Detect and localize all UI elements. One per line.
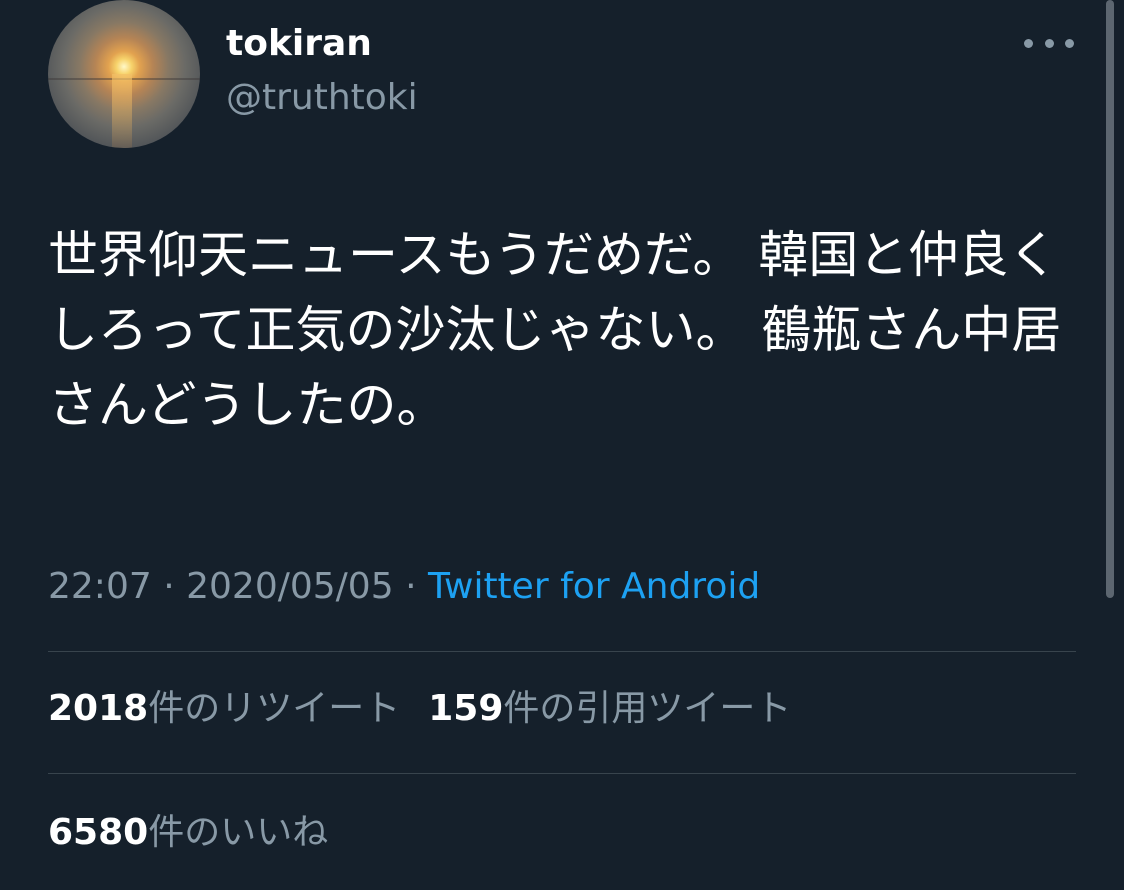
avatar-sun-reflection	[112, 74, 132, 148]
more-horizontal-icon	[1024, 38, 1033, 48]
metadata-separator: ·	[405, 566, 417, 607]
likes-count: 6580	[48, 812, 149, 853]
quotes-stat[interactable]: 159件の引用ツイート	[428, 686, 791, 732]
tweet-source-link[interactable]: Twitter for Android	[428, 566, 760, 607]
likes-label: 件のいいね	[148, 812, 329, 853]
more-horizontal-icon-dot	[1065, 38, 1074, 48]
more-horizontal-icon-dot	[1044, 38, 1054, 48]
username[interactable]: @truthtoki	[226, 76, 418, 120]
tweet-metadata: 22:07 · 2020/05/05 · Twitter for Android	[48, 564, 760, 610]
divider	[48, 773, 1076, 774]
scrollbar[interactable]	[1106, 0, 1114, 598]
metadata-separator: ·	[163, 566, 175, 607]
retweets-stat[interactable]: 2018件のリツイート	[48, 686, 400, 732]
divider	[48, 651, 1076, 652]
quotes-count: 159	[428, 688, 504, 729]
tweet-date: 2020/05/05	[186, 566, 394, 607]
likes-stat[interactable]: 6580件のいいね	[48, 810, 328, 856]
retweets-label: 件のリツイート	[148, 688, 401, 729]
avatar[interactable]	[48, 0, 200, 148]
retweets-count: 2018	[48, 688, 149, 729]
tweet-text: 世界仰天ニュースもうだめだ。 韓国と仲良くしろって正気の沙汰じゃない。 鶴瓶さん…	[48, 226, 1062, 434]
quotes-label: 件の引用ツイート	[503, 688, 792, 729]
more-options-button[interactable]	[1024, 30, 1074, 56]
tweet-time: 22:07	[48, 566, 152, 607]
display-name[interactable]: tokiran	[226, 22, 372, 66]
tweet-stats: 2018件のリツイート 159件の引用ツイート	[48, 686, 819, 732]
